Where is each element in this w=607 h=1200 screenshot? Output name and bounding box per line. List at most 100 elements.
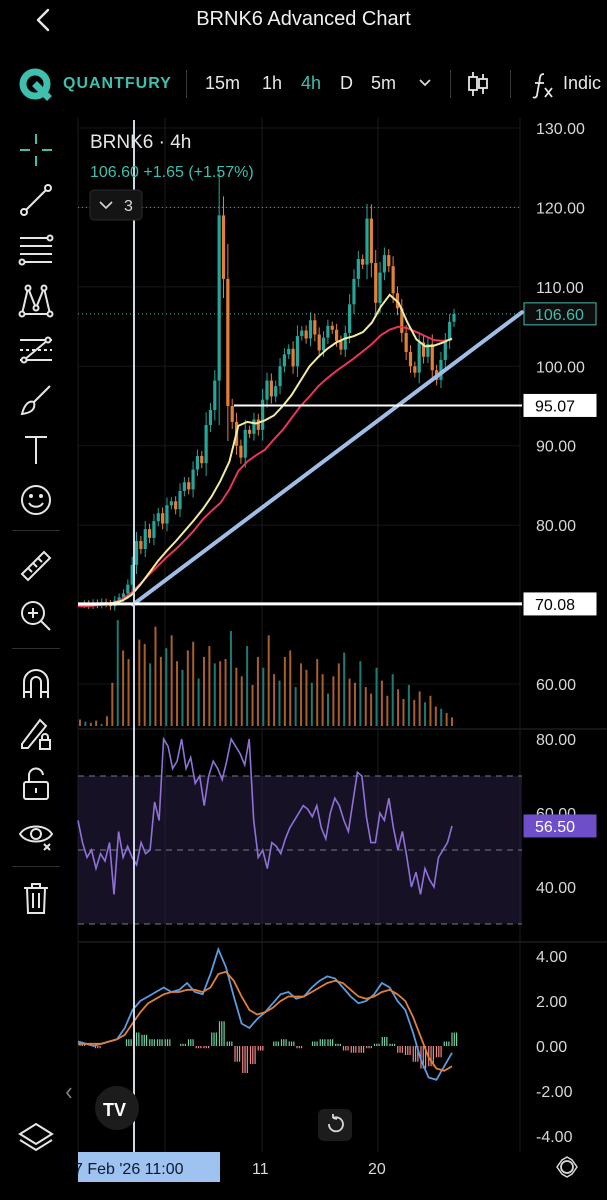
volume-bar xyxy=(348,678,351,726)
volume-bar xyxy=(251,684,254,726)
volume-bar xyxy=(197,678,200,726)
reset-chart-button[interactable] xyxy=(318,1109,352,1141)
candle-down xyxy=(313,320,317,335)
volume-bar xyxy=(116,620,119,726)
volume-bar xyxy=(229,630,232,726)
volume-bar xyxy=(429,695,432,726)
candle-up xyxy=(417,342,421,373)
candle-up xyxy=(152,521,156,538)
macd-axis-tick-label: 2.00 xyxy=(536,994,567,1011)
candle-down xyxy=(413,366,417,373)
candle-up xyxy=(300,330,304,337)
volume-bar xyxy=(451,717,453,726)
candle-up xyxy=(278,366,282,387)
candle-down xyxy=(430,344,434,371)
candle-up xyxy=(195,456,200,470)
macd-axis-tick-label: -4.00 xyxy=(536,1129,573,1146)
candle-down xyxy=(239,445,243,458)
volume-bar xyxy=(294,687,297,726)
candle-down xyxy=(200,456,204,464)
volume-bar xyxy=(111,682,114,726)
candle-down xyxy=(248,429,252,434)
candle-up xyxy=(165,505,169,524)
candle-up xyxy=(243,429,247,458)
candle-down xyxy=(269,380,273,397)
volume-bar xyxy=(440,708,443,726)
volume-bar xyxy=(359,661,362,726)
trend-line-drawing[interactable] xyxy=(131,310,524,607)
candle-up xyxy=(287,348,291,355)
legend-symbol: BRNK6 · 4h xyxy=(90,132,191,153)
candle-up xyxy=(443,340,447,360)
candle-down xyxy=(226,278,230,406)
volume-bar xyxy=(310,682,313,726)
candle-up xyxy=(134,541,139,565)
candle-down xyxy=(139,541,143,549)
volume-bar xyxy=(89,722,92,726)
volume-bar xyxy=(203,656,205,726)
volume-bar xyxy=(327,693,329,726)
chevron-left-icon[interactable] xyxy=(66,1087,72,1099)
hline-70-badge-label: 70.08 xyxy=(535,597,575,614)
candle-up xyxy=(204,425,208,464)
volume-bar xyxy=(353,682,356,726)
volume-bar xyxy=(240,676,243,726)
volume-bar xyxy=(105,716,108,726)
candle-up xyxy=(208,409,213,426)
volume-bar xyxy=(208,646,211,726)
volume-bar xyxy=(278,680,281,726)
candle-down xyxy=(408,351,413,367)
candle-up xyxy=(265,380,269,400)
hline-95-badge-label: 95.07 xyxy=(535,398,575,415)
volume-bar xyxy=(375,667,378,726)
volume-bar xyxy=(397,689,400,726)
volume-bar xyxy=(159,656,162,726)
volume-bar xyxy=(256,656,259,726)
candle-up xyxy=(308,320,313,339)
time-axis-tick-label: 11 xyxy=(252,1161,269,1178)
legend-price-change: 106.60 +1.65 (+1.57%) xyxy=(90,164,254,181)
volume-bar xyxy=(273,674,276,726)
volume-bar xyxy=(213,663,216,726)
volume-bar xyxy=(337,663,340,726)
volume-bar xyxy=(434,706,437,726)
time-axis-tick-label: 20 xyxy=(368,1161,386,1178)
volume-bar xyxy=(246,646,249,726)
volume-bar xyxy=(300,663,303,726)
price-axis-tick-label: 90.00 xyxy=(536,439,576,456)
candle-up xyxy=(156,513,160,522)
volume-bar xyxy=(413,700,416,726)
macd-axis-tick-label: 0.00 xyxy=(536,1039,567,1056)
candle-up xyxy=(321,337,326,351)
last-price-badge-label: 106.60 xyxy=(535,307,584,324)
volume-bar xyxy=(407,684,410,726)
volume-bar xyxy=(192,641,195,726)
volume-bar xyxy=(219,661,222,726)
candle-up xyxy=(352,278,356,305)
candle-down xyxy=(256,419,260,430)
volume-bar xyxy=(305,669,308,726)
chart-canvas[interactable]: 130.00120.00110.00100.0090.0080.0060.008… xyxy=(0,0,607,1200)
candle-down xyxy=(174,501,178,510)
price-axis-tick-label: 60.00 xyxy=(536,677,576,694)
volume-bar xyxy=(127,659,130,726)
volume-bar xyxy=(332,676,335,726)
gear-icon xyxy=(560,1160,574,1174)
candle-up xyxy=(169,501,173,506)
candle-up xyxy=(191,469,195,490)
price-axis-tick-label: 120.00 xyxy=(536,200,585,217)
chart-settings-button[interactable] xyxy=(556,1156,578,1178)
price-candles xyxy=(82,170,456,611)
volume-bar xyxy=(445,713,448,726)
rsi-value-badge-label: 56.50 xyxy=(535,819,575,836)
tradingview-logo[interactable]: TV xyxy=(95,1086,139,1130)
candle-up xyxy=(378,272,382,303)
volume-bars xyxy=(79,620,453,726)
volume-bar xyxy=(289,650,292,726)
candle-down xyxy=(334,329,339,341)
legend-collapse-button[interactable]: 3 xyxy=(89,189,143,221)
candle-up xyxy=(326,325,330,338)
volume-bar xyxy=(79,719,81,726)
price-axis-labels: 130.00 120.00 110.00 100.00 90.00 80.00 60.00 8… xyxy=(536,121,585,1146)
candle-up xyxy=(252,419,256,434)
